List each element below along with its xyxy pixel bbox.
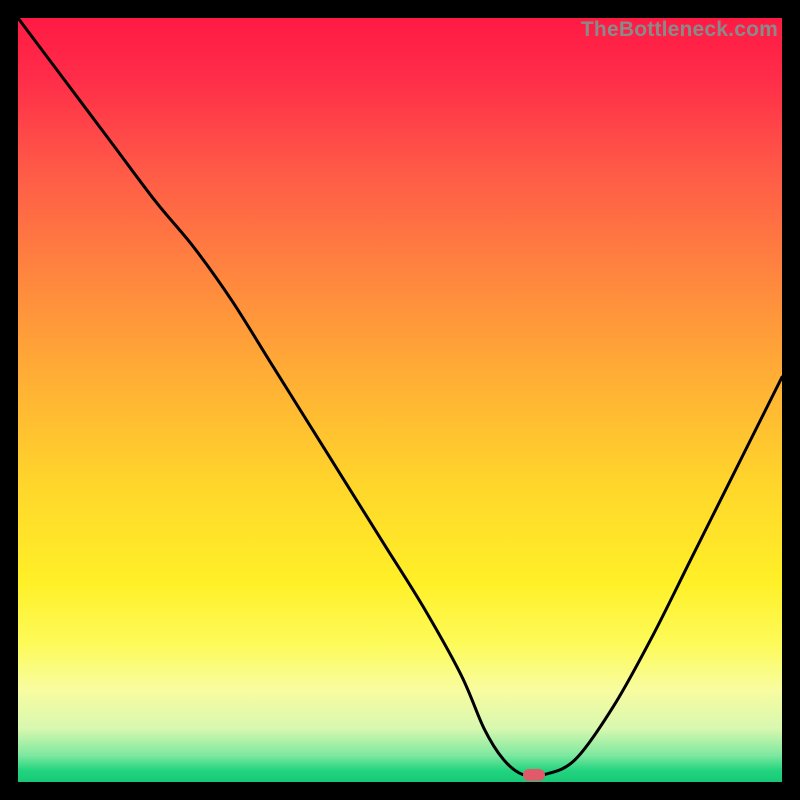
gradient-rect [18,18,782,782]
watermark-text: TheBottleneck.com [581,18,778,42]
optimum-marker [523,769,545,781]
bottleneck-chart [18,18,782,782]
chart-frame: TheBottleneck.com [18,18,782,782]
